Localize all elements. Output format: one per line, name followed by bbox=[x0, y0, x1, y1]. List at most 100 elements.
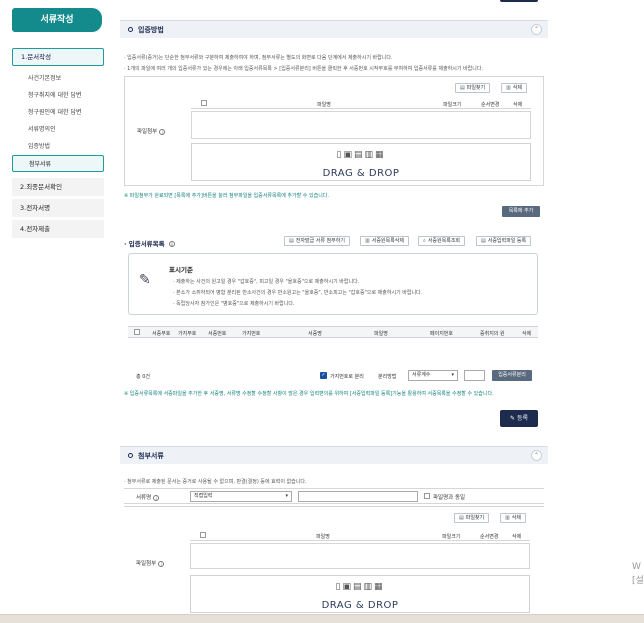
delete-file-button[interactable]: ▥ 삭제 bbox=[501, 83, 527, 93]
standard-line: · 독립당사자 참가인은 "병호증"으로 제출하시기 바랍니다. bbox=[173, 301, 295, 307]
evidence-file-area: 파일첨부 i ▤ 파일찾기 ▥ 삭제 파일명 파일크기 순서변경 삭제 ▯▣▤▥▦ D… bbox=[124, 76, 544, 186]
select-all-checkbox[interactable] bbox=[200, 532, 206, 538]
evidence-list-header: 서증부호 가지부호 서증번호 가지번호 서증명 파일명 페이지번호 증취지의 원… bbox=[128, 326, 538, 338]
doc-name-row: 서류명 i 직접입력 ▾ 파일명과 동일 bbox=[124, 488, 544, 504]
col-evidence-code: 서증부호 bbox=[152, 331, 171, 337]
total-count: 총 0건 bbox=[136, 374, 150, 380]
sidebar-item-attachments[interactable]: 첨부서류 bbox=[12, 155, 104, 172]
sidebar-item-nominee[interactable]: 서류명의인 bbox=[12, 121, 104, 138]
col-evidence-number: 서증번호 bbox=[208, 331, 227, 337]
col-filename: 파일명 bbox=[316, 534, 330, 540]
add-to-list-button[interactable]: 목록에 추가 bbox=[502, 206, 540, 217]
file-attach-label: 파일첨부 i bbox=[137, 127, 166, 135]
find-file-button[interactable]: ▤ 파일찾기 bbox=[454, 513, 490, 523]
section-title: 입증방법 bbox=[138, 26, 164, 34]
chevron-down-icon: ▾ bbox=[285, 493, 288, 499]
display-standard-box: ✎ 표시기준 · 제출하는 사건의 원고일 경우 "갑호증", 피고일 경우 "… bbox=[128, 253, 538, 315]
doc-name-input[interactable] bbox=[298, 491, 418, 502]
section-title: 첨부서류 bbox=[138, 452, 164, 460]
drag-drop-zone[interactable]: ▯▣▤▥▦ DRAG & DROP bbox=[190, 575, 530, 613]
display-standard-title: 표시기준 bbox=[169, 266, 193, 274]
upload-icon: ▤ bbox=[481, 238, 486, 244]
section-evidence-header: 입증방법 ⌃ bbox=[120, 20, 548, 38]
page: 서류작성 1.문서작성 사건기본정보 청구취지에 대한 답변 청구원인에 대한 … bbox=[0, 0, 644, 623]
branch-split-checkbox[interactable]: ✓ bbox=[320, 372, 327, 379]
col-purpose: 증취지의 원 bbox=[480, 331, 505, 337]
sidebar-step-sign[interactable]: 3.전자서명 bbox=[12, 199, 104, 217]
watermark-text: W [설 bbox=[632, 562, 644, 586]
col-delete: 삭제 bbox=[513, 102, 523, 108]
file-type-icons: ▯▣▤▥▦ bbox=[335, 582, 385, 592]
select-all-checkbox[interactable] bbox=[201, 100, 207, 106]
collapse-icon[interactable]: ⌃ bbox=[531, 450, 542, 461]
view-evidence-list-button[interactable]: ⌕ 서증원목록조회 bbox=[418, 236, 466, 246]
same-as-filename-label: 파일명과 동일 bbox=[433, 495, 466, 501]
split-count-input[interactable] bbox=[464, 370, 485, 381]
drag-drop-text: DRAG & DROP bbox=[321, 600, 399, 611]
evidence-list-note: ※ 입증서류목록에 서증파일을 추가한 후 서증명, 서류명 수정할 수정할 사… bbox=[124, 391, 494, 397]
search-icon: ⌕ bbox=[423, 238, 426, 244]
file-icon: ▤ bbox=[459, 515, 464, 521]
col-size: 파일크기 bbox=[442, 534, 461, 540]
same-as-filename-checkbox[interactable] bbox=[424, 493, 430, 499]
file-table-header: 파일명 파일크기 순서변경 삭제 bbox=[190, 531, 530, 541]
section-bullet-icon bbox=[128, 453, 133, 458]
file-list-area bbox=[190, 543, 530, 569]
bottom-bar bbox=[0, 614, 644, 623]
trash-icon: ▥ bbox=[505, 515, 510, 521]
section-bullet-icon bbox=[128, 27, 133, 32]
trash-icon: ▥ bbox=[365, 238, 370, 244]
doc-icon: ▤ bbox=[289, 238, 294, 244]
sidebar-item-claim-answer[interactable]: 청구취지에 대한 답변 bbox=[12, 87, 104, 104]
file-table-header: 파일명 파일크기 순서변경 삭제 bbox=[191, 99, 531, 109]
attach-electronic-doc-button[interactable]: ▤ 전자발급 서류 첨부하기 bbox=[284, 236, 350, 246]
standard-line: · 본소가 소취하되어 병합 분리된 반소사건의 경우 반소원고는 "을호증",… bbox=[173, 290, 423, 296]
top-action-button[interactable] bbox=[500, 0, 538, 2]
evidence-note-1: · 입증서류(증거)는 단순한 첨부서류와 구분하여 제출하여야 하며, 첨부서… bbox=[124, 55, 393, 61]
file-list-area bbox=[191, 111, 531, 139]
doc-name-select[interactable]: 직접입력 ▾ bbox=[190, 491, 292, 502]
info-icon: i bbox=[158, 560, 165, 567]
col-order: 순서변경 bbox=[480, 534, 499, 540]
select-all-evidence-checkbox[interactable] bbox=[134, 329, 140, 335]
evidence-note-2: · 1개의 파일에 여러 개의 입증서류가 있는 경우에는 아래 입증서류목록 … bbox=[124, 66, 484, 72]
info-icon: i bbox=[153, 494, 160, 501]
col-branch-number: 가지번호 bbox=[242, 331, 261, 337]
col-delete: 삭제 bbox=[522, 331, 532, 337]
col-filename: 파일명 bbox=[374, 331, 388, 337]
delete-file-button[interactable]: ▥ 삭제 bbox=[500, 513, 526, 523]
split-method-select[interactable]: 서류계수 ▾ bbox=[408, 370, 458, 381]
doc-name-label: 서류명 i bbox=[136, 493, 160, 501]
delete-evidence-list-button[interactable]: ▥ 서증원목록삭제 bbox=[360, 236, 409, 246]
sidebar-step-final[interactable]: 2.최종문서확인 bbox=[12, 178, 104, 196]
chevron-down-icon: ▾ bbox=[451, 372, 454, 378]
split-method-label: 분리방법 bbox=[378, 374, 397, 380]
col-page-number: 페이지번호 bbox=[430, 331, 454, 337]
trash-icon: ▥ bbox=[506, 85, 511, 91]
sidebar-title: 서류작성 bbox=[12, 8, 102, 32]
section-attachments-header: 첨부서류 ⌃ bbox=[120, 446, 548, 464]
info-icon: i bbox=[159, 128, 166, 135]
find-file-button[interactable]: ▤ 파일찾기 bbox=[455, 83, 491, 93]
info-icon: i bbox=[168, 241, 175, 247]
file-type-icons: ▯▣▤▥▦ bbox=[336, 150, 386, 160]
sidebar-item-evidence[interactable]: 입증방법 bbox=[12, 138, 104, 155]
attachments-note: · 첨부서류로 제출된 문서는 증거로 사용될 수 없으며, 판결(결정) 등에… bbox=[124, 479, 307, 485]
collapse-icon[interactable]: ⌃ bbox=[531, 24, 542, 35]
evidence-list-title: · 입증서류목록 i bbox=[124, 238, 175, 248]
sidebar: 서류작성 1.문서작성 사건기본정보 청구취지에 대한 답변 청구원인에 대한 … bbox=[12, 8, 104, 238]
sidebar-step-write[interactable]: 1.문서작성 bbox=[12, 48, 104, 66]
split-evidence-button[interactable]: 입증서류분리 bbox=[492, 370, 532, 381]
drag-drop-zone[interactable]: ▯▣▤▥▦ DRAG & DROP bbox=[191, 143, 531, 181]
sidebar-item-case-info[interactable]: 사건기본정보 bbox=[12, 70, 104, 87]
col-branch-code: 가지부호 bbox=[178, 331, 197, 337]
register-evidence-file-button[interactable]: ▤ 서증입력파일 등록 bbox=[476, 236, 532, 246]
sidebar-step-submit[interactable]: 4.전자제출 bbox=[12, 220, 104, 238]
standard-line: · 제출하는 사건의 원고일 경우 "갑호증", 피고일 경우 "을호증"으로 … bbox=[173, 279, 360, 285]
sidebar-sub-list: 사건기본정보 청구취지에 대한 답변 청구원인에 대한 답변 서류명의인 입증방… bbox=[12, 66, 104, 172]
attachment-file-area: 파일첨부 i ▤ 파일찾기 ▥ 삭제 파일명 파일크기 순서변경 삭제 ▯▣▤▥▦ D… bbox=[124, 506, 544, 616]
drag-drop-text: DRAG & DROP bbox=[322, 168, 400, 179]
col-filename: 파일명 bbox=[317, 102, 331, 108]
sidebar-item-cause-answer[interactable]: 청구원인에 대한 답변 bbox=[12, 104, 104, 121]
register-button[interactable]: ✎ 등록 bbox=[500, 410, 538, 427]
